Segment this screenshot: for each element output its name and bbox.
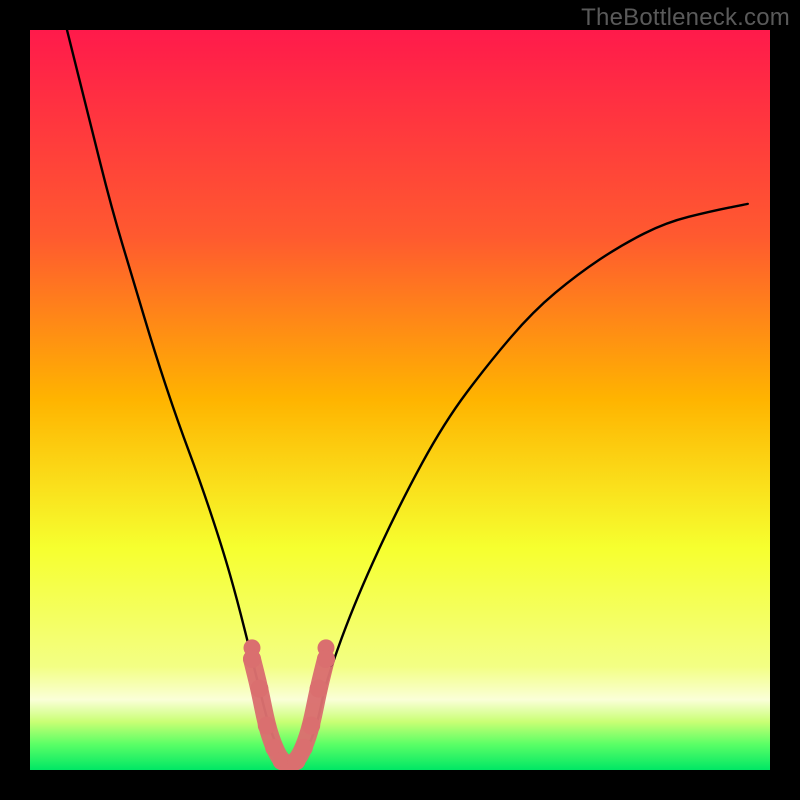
- marker-dot: [243, 650, 261, 668]
- plot-svg: [30, 30, 770, 770]
- watermark-text: TheBottleneck.com: [581, 4, 790, 32]
- marker-dot: [295, 739, 313, 757]
- chart-frame: TheBottleneck.com: [0, 0, 800, 800]
- marker-dot: [317, 650, 335, 668]
- plot-area: [30, 30, 770, 770]
- marker-dot: [258, 717, 276, 735]
- marker-dot: [302, 717, 320, 735]
- marker-dot: [250, 680, 268, 698]
- marker-dot: [310, 680, 328, 698]
- gradient-bg: [30, 30, 770, 770]
